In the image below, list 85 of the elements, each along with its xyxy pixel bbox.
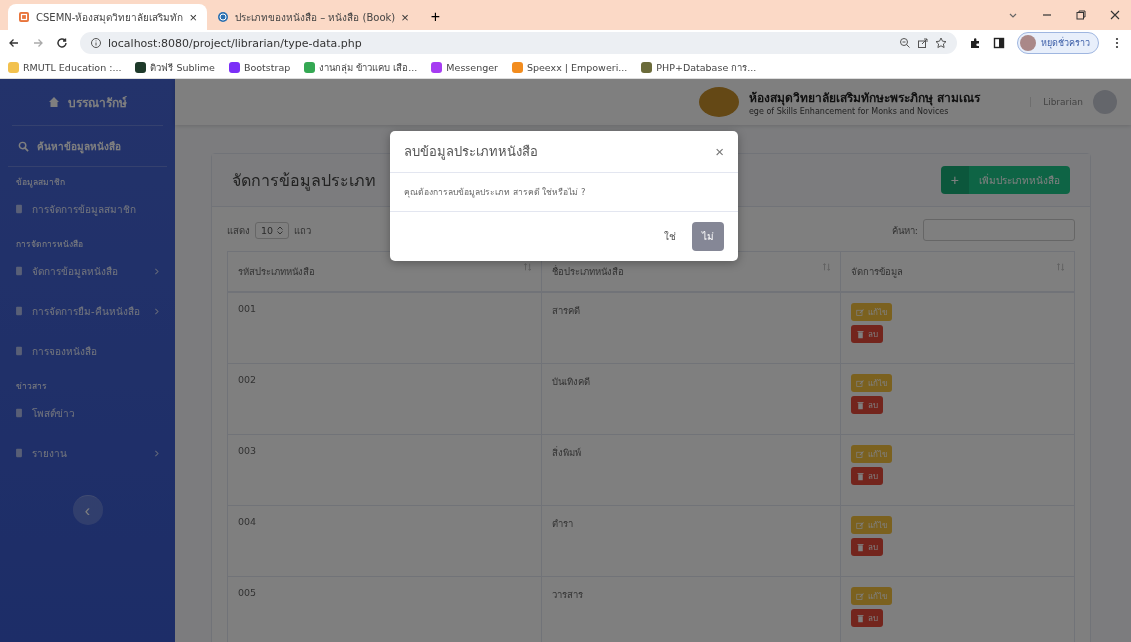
- sidebar-item[interactable]: การจองหนังสือ: [0, 331, 175, 371]
- table-cell: ตำรา: [541, 505, 841, 577]
- add-button[interactable]: + เพิ่มประเภทหนังสือ: [940, 166, 1070, 194]
- table-cell: 001: [227, 292, 542, 364]
- bookmark[interactable]: Speexx | Empoweri...: [511, 61, 628, 73]
- delete-button[interactable]: ลบ: [850, 538, 883, 556]
- show-label: แสดง: [227, 223, 250, 238]
- back-icon: [8, 37, 20, 49]
- sidebar-heading: ข่าวสาร: [15, 380, 48, 393]
- close-tab-button[interactable]: ×: [401, 9, 409, 25]
- table-cell: 003: [227, 434, 542, 506]
- edit-icon: [855, 307, 865, 317]
- sort-arrows-icon: [277, 225, 284, 235]
- search-field[interactable]: [923, 219, 1075, 241]
- restore-icon: [1075, 9, 1087, 21]
- bookmark[interactable]: งานกลุ่ม ข้าวแคบ เสือ...: [304, 59, 418, 75]
- sidebar-item[interactable]: รายงาน: [0, 433, 175, 473]
- trash-icon: [855, 542, 865, 552]
- sidebar-item[interactable]: จัดการข้อมูลหนังสือ: [0, 251, 175, 291]
- delete-button[interactable]: ลบ: [850, 325, 883, 343]
- browser-tab[interactable]: CSEMN-ห้องสมุดวิทยาลัยเสริมทัก ×: [8, 4, 207, 30]
- browser-tab[interactable]: ประเภทของหนังสือ – หนังสือ (Book) ×: [206, 4, 419, 30]
- address-bar[interactable]: localhost:8080/project/librarian/type-data.php: [80, 32, 957, 54]
- table-cell: บันเทิงคดี: [541, 363, 841, 435]
- search-icon: [18, 140, 29, 152]
- trash-icon: [855, 329, 865, 339]
- page-size-select[interactable]: 10: [255, 221, 290, 239]
- close-icon: [1109, 9, 1121, 21]
- edit-icon: [855, 378, 865, 388]
- edit-icon: [855, 591, 865, 601]
- confirm-button[interactable]: ใช่: [658, 225, 682, 248]
- bookmark[interactable]: Messenger: [431, 61, 498, 73]
- house-icon: [48, 96, 60, 108]
- college-logo-icon: [698, 87, 739, 117]
- forward-icon: [32, 37, 44, 49]
- globe-icon: [216, 11, 229, 23]
- header-title: ห้องสมุดวิทยาลัยเสริมทักษะพระภิกษุ สามเณร: [748, 90, 981, 107]
- sidebar-heading: การจัดการหนังสือ: [15, 238, 84, 251]
- header-subtitle: ege of Skills Enhancement for Monks and Novices: [748, 107, 950, 116]
- search-label: ค้นหา:: [891, 223, 918, 238]
- app-logo-icon: [18, 11, 30, 23]
- sidebar-item[interactable]: การจัดการข้อมูลสมาชิก: [0, 189, 175, 229]
- trash-icon: [855, 400, 865, 410]
- sidebar-heading: ข้อมูลสมาชิก: [15, 176, 66, 189]
- trash-icon: [855, 613, 865, 623]
- bookmark[interactable]: ติวฟรี Sublime: [135, 59, 215, 75]
- table-cell: 005: [227, 576, 542, 642]
- column-header[interactable]: จัดการข้อมูล: [840, 251, 1075, 292]
- trash-icon: [855, 471, 865, 481]
- bookmark[interactable]: Bootstrap: [228, 61, 291, 73]
- user-avatar-icon[interactable]: [1093, 90, 1117, 114]
- star-icon: [935, 37, 947, 49]
- avatar-icon: [1020, 35, 1036, 51]
- close-tab-button[interactable]: ×: [189, 9, 197, 25]
- sort-icon: [1056, 262, 1066, 272]
- bookmark[interactable]: PHP+Database การ...: [641, 59, 757, 75]
- close-button[interactable]: ×: [715, 143, 724, 160]
- delete-button[interactable]: ลบ: [850, 609, 883, 627]
- sidebar-item[interactable]: การจัดการยืม-คืนหนังสือ: [0, 291, 175, 331]
- table-cell: 002: [227, 363, 542, 435]
- dialog-title: ลบข้อมูลประเภทหนังสือ: [404, 143, 538, 162]
- table-cell: สารคดี: [541, 292, 841, 364]
- reload-icon: [56, 37, 68, 49]
- profile-button[interactable]: หยุดชั่วคราว: [1017, 32, 1099, 54]
- share-icon: [917, 37, 929, 49]
- table-cell: สิ่งพิมพ์: [541, 434, 841, 506]
- edit-icon: [855, 520, 865, 530]
- rows-label: แถว: [294, 223, 312, 238]
- sort-icon: [821, 262, 832, 272]
- sidebar-brand[interactable]: บรรณารักษ์: [12, 79, 163, 126]
- sort-icon: [523, 262, 534, 272]
- delete-button[interactable]: ลบ: [850, 396, 883, 414]
- table-cell: 004: [227, 505, 542, 577]
- info-icon: [90, 37, 102, 49]
- zoom-icon: [899, 37, 911, 49]
- bookmark[interactable]: RMUTL Education :...: [8, 61, 122, 73]
- puzzle-icon: [969, 37, 981, 49]
- edit-icon: [855, 449, 865, 459]
- new-tab-button[interactable]: +: [426, 8, 445, 26]
- cancel-button[interactable]: ไม่: [692, 222, 724, 251]
- sidebar-item[interactable]: โพสต์ข่าว: [0, 393, 175, 433]
- delete-button[interactable]: ลบ: [850, 467, 883, 485]
- dialog-message: คุณต้องการลบข้อมูลประเภท สารคดี ใช่หรือไม่ ?: [390, 173, 738, 212]
- side-panel-icon: [993, 37, 1005, 49]
- card-title: จัดการข้อมูลประเภท: [232, 169, 376, 193]
